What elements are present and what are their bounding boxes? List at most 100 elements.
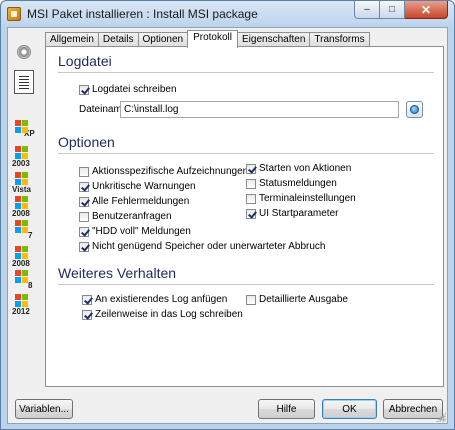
browse-button[interactable]	[406, 101, 423, 118]
protokoll-panel: Logdatei Logdatei schreiben Dateiname C:…	[45, 46, 444, 387]
rail-item-os[interactable]: 2008	[11, 196, 37, 218]
option-label: Nicht genügend Speicher oder unerwartete…	[92, 241, 326, 252]
target-icon	[17, 45, 31, 59]
write-log-label: Logdatei schreiben	[92, 84, 177, 95]
filename-field[interactable]: C:\install.log	[120, 101, 399, 118]
log-document-icon	[14, 70, 34, 94]
option-checkbox[interactable]: Alle Fehlermeldungen	[79, 196, 189, 207]
section-title-weiteres: Weiteres Verhalten	[58, 265, 177, 281]
option-checkbox[interactable]: Starten von Aktionen	[246, 163, 351, 174]
tab-strip: Allgemein Details Optionen Protokoll Eig…	[45, 30, 370, 48]
append-log-label: An existierendes Log anfügen	[95, 294, 228, 305]
rail-item-os[interactable]: Vista	[11, 172, 37, 194]
os-label: 7	[28, 231, 33, 240]
section-title-logdatei: Logdatei	[58, 53, 112, 69]
windows-logo-icon	[15, 270, 28, 283]
checkbox-box	[79, 211, 89, 222]
option-label: "HDD voll" Meldungen	[92, 226, 191, 237]
checkbox-box	[79, 166, 89, 177]
windows-logo-icon	[15, 172, 28, 185]
windows-logo-icon	[15, 294, 28, 307]
option-label: Statusmeldungen	[259, 178, 337, 189]
option-label: Benutzeranfragen	[92, 211, 172, 222]
checkbox-box	[79, 196, 89, 207]
os-label: 2012	[12, 307, 30, 316]
option-checkbox[interactable]: Aktionsspezifische Aufzeichnungen	[79, 166, 248, 177]
detailed-output-checkbox[interactable]: Detaillierte Ausgabe	[246, 294, 348, 305]
option-checkbox[interactable]: Terminaleinstellungen	[246, 193, 356, 204]
minimize-icon: –	[364, 4, 370, 15]
tab-eigenschaften[interactable]: Eigenschaften	[237, 32, 311, 47]
line-by-line-checkbox[interactable]: Zeilenweise in das Log schreiben	[82, 309, 243, 320]
rail-item-os[interactable]: 8	[11, 270, 37, 290]
section-title-optionen: Optionen	[58, 134, 115, 150]
maximize-button[interactable]: □	[380, 1, 405, 19]
checkbox-box	[246, 193, 256, 204]
os-label: 8	[28, 281, 33, 290]
option-checkbox[interactable]: Unkritische Warnungen	[79, 181, 196, 192]
checkbox-box	[82, 294, 92, 305]
checkbox-box	[246, 294, 256, 305]
option-label: Alle Fehlermeldungen	[92, 196, 190, 207]
checkbox-box	[246, 178, 256, 189]
checkbox-box	[79, 241, 89, 252]
window-title: MSI Paket installieren : Install MSI pac…	[27, 7, 258, 21]
tab-allgemein[interactable]: Allgemein	[45, 32, 99, 47]
write-log-checkbox[interactable]: Logdatei schreiben	[79, 84, 177, 95]
rail-item-os[interactable]: 7	[11, 220, 37, 240]
append-log-checkbox[interactable]: An existierendes Log anfügen	[82, 294, 227, 305]
tab-transforms[interactable]: Transforms	[309, 32, 370, 47]
line-by-line-label: Zeilenweise in das Log schreiben	[95, 309, 243, 320]
option-checkbox[interactable]: UI Startparameter	[246, 208, 338, 219]
caption-buttons: – □ ✕	[354, 1, 448, 19]
windows-logo-icon	[15, 146, 28, 159]
close-icon: ✕	[420, 2, 432, 17]
checkbox-box	[79, 84, 89, 95]
os-label: 2008	[12, 209, 30, 218]
checkbox-box	[79, 226, 89, 237]
cancel-button[interactable]: Abbrechen	[383, 399, 443, 419]
variables-button[interactable]: Variablen...	[15, 399, 73, 419]
close-button[interactable]: ✕	[405, 1, 448, 19]
rail-item-os[interactable]: 2008	[11, 246, 37, 268]
os-label: Vista	[12, 185, 31, 194]
rail-item-os[interactable]: 2012	[11, 294, 37, 316]
minimize-button[interactable]: –	[354, 1, 380, 19]
option-label: Aktionsspezifische Aufzeichnungen	[92, 166, 249, 177]
windows-logo-icon	[15, 246, 28, 259]
option-label: Unkritische Warnungen	[92, 181, 196, 192]
detailed-output-label: Detaillierte Ausgabe	[259, 294, 348, 305]
tab-optionen[interactable]: Optionen	[137, 32, 189, 47]
checkbox-box	[246, 208, 256, 219]
option-label: Starten von Aktionen	[259, 163, 352, 174]
help-button[interactable]: Hilfe	[258, 399, 315, 419]
rail-item-log[interactable]	[11, 70, 37, 94]
dialog-body: XP 2003 Vista 2008 7 2008 8 2012 Allgeme…	[7, 27, 448, 424]
option-checkbox[interactable]: "HDD voll" Meldungen	[79, 226, 191, 237]
os-label: 2008	[12, 259, 30, 268]
rail-item-os[interactable]: 2003	[11, 146, 37, 168]
ok-button[interactable]: OK	[322, 399, 377, 419]
checkbox-box	[82, 309, 92, 320]
dialog-window: MSI Paket installieren : Install MSI pac…	[0, 0, 455, 430]
option-checkbox[interactable]: Statusmeldungen	[246, 178, 337, 189]
os-label: 2003	[12, 159, 30, 168]
tab-details[interactable]: Details	[97, 32, 139, 47]
tab-protokoll[interactable]: Protokoll	[187, 30, 238, 48]
maximize-icon: □	[388, 4, 396, 15]
option-checkbox[interactable]: Nicht genügend Speicher oder unerwartete…	[79, 241, 325, 252]
app-icon	[7, 7, 21, 21]
section-divider	[58, 284, 434, 285]
windows-logo-icon	[15, 196, 28, 209]
option-label: Terminaleinstellungen	[259, 193, 356, 204]
title-bar[interactable]: MSI Paket installieren : Install MSI pac…	[1, 1, 454, 27]
browse-icon	[410, 105, 419, 114]
rail-item-target[interactable]	[11, 45, 37, 59]
rail-item-os[interactable]: XP	[11, 120, 37, 138]
section-divider	[58, 153, 434, 154]
checkbox-box	[246, 163, 256, 174]
left-rail: XP 2003 Vista 2008 7 2008 8 2012	[8, 28, 38, 388]
option-checkbox[interactable]: Benutzeranfragen	[79, 211, 172, 222]
option-label: UI Startparameter	[259, 208, 339, 219]
windows-logo-icon	[15, 120, 28, 133]
